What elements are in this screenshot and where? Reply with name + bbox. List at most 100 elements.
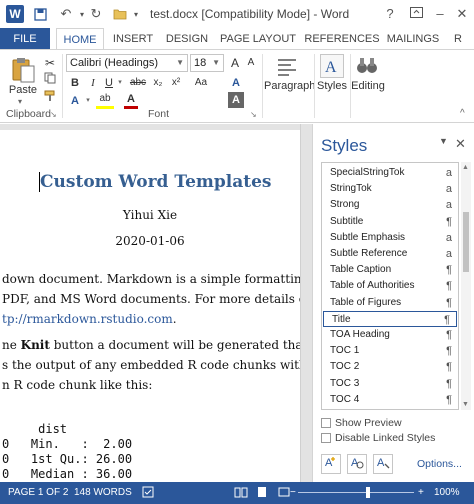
close-pane-icon[interactable]: ✕ [455,136,466,152]
styles-list[interactable]: SpecialStringTok a StringTok a Strong a Subtit… [321,162,459,410]
styles-gallery-icon[interactable]: A [320,54,344,78]
copy-icon[interactable] [42,72,58,90]
styles-button-label[interactable]: Styles [316,80,348,92]
character-style-icon: a [445,248,452,260]
show-preview-checkbox[interactable] [321,418,331,428]
zoom-level[interactable]: 100% [434,482,460,504]
read-mode-icon[interactable] [234,482,248,504]
paragraph-icon[interactable] [275,56,299,78]
options-link[interactable]: Options... [417,458,462,470]
character-shading-button[interactable]: A [228,92,244,108]
style-item-label: Table of Authorities [330,280,415,292]
paragraph-style-icon: ¶ [446,296,452,309]
paste-dropdown-icon[interactable]: ▾ [18,97,22,106]
style-item[interactable]: Table of Figures ¶ [322,295,458,311]
style-item-label: Subtitle [330,215,364,227]
style-item[interactable]: TOC 3 ¶ [322,376,458,392]
style-item-label: Table Caption [330,264,392,276]
document-page[interactable]: Custom Word Templates Yihui Xie 2020-01-… [0,130,300,482]
tab-mailings[interactable]: MAILINGS [384,28,442,50]
font-name-combo[interactable]: Calibri (Headings) ▼ [66,54,188,72]
text-effects-dropdown-icon[interactable]: ▾ [84,92,92,110]
tab-file[interactable]: FILE [0,28,50,50]
minimize-button[interactable]: – [428,4,452,24]
style-item[interactable]: Strong a [322,197,458,213]
pane-options-icon[interactable]: ▼ [439,136,448,146]
zoom-in-button[interactable]: + [418,482,424,504]
proofing-icon[interactable] [142,482,154,504]
paragraph-button-label[interactable]: Paragraph [264,80,315,92]
ribbon-display-options-icon[interactable] [404,4,428,24]
scroll-thumb[interactable] [463,212,469,272]
style-inspector-button[interactable]: A [347,454,367,474]
style-item[interactable]: Subtitle ¶ [322,214,458,230]
shrink-font-button[interactable]: A [244,54,258,72]
tab-review[interactable]: R [448,28,468,50]
chevron-down-icon: ▼ [212,58,220,67]
style-item[interactable]: TOC 1 ¶ [322,343,458,359]
print-layout-icon[interactable] [256,482,268,504]
redo-icon[interactable]: ↻ [86,5,106,23]
subscript-button[interactable]: x₂ [150,74,166,92]
tab-insert[interactable]: INSERT [108,28,158,50]
underline-dropdown-icon[interactable]: ▾ [116,74,124,92]
font-size-combo[interactable]: 18 ▼ [190,54,224,72]
style-item[interactable]: TOC 2 ¶ [322,359,458,375]
style-item[interactable]: TOA Heading ¶ [322,327,458,343]
styles-list-scrollbar[interactable]: ▲ ▼ [461,162,471,410]
web-layout-icon[interactable] [278,482,290,504]
show-preview-label: Show Preview [335,417,402,429]
zoom-slider-thumb[interactable] [366,487,370,498]
binoculars-icon[interactable] [356,54,378,78]
cut-icon[interactable]: ✂ [42,54,58,72]
page-count[interactable]: PAGE 1 OF 2 [8,482,68,504]
customize-qat-icon[interactable]: ▾ [126,5,146,23]
style-item-label: TOC 3 [330,377,360,389]
font-color-button[interactable]: A [124,92,138,109]
underline-button[interactable]: U [102,74,116,92]
style-item[interactable]: Table of Authorities ¶ [322,278,458,294]
doc-paragraph-line: ne Knit button a document will be genera… [2,338,300,352]
vertical-scrollbar[interactable] [300,124,312,482]
strikethrough-button[interactable]: abc [128,74,148,92]
editing-button-label[interactable]: Editing [348,80,388,92]
style-item[interactable]: Subtle Reference a [322,246,458,262]
collapse-ribbon-icon[interactable]: ^ [460,108,465,119]
italic-button[interactable]: I [86,74,100,92]
paste-icon[interactable] [10,56,36,84]
tab-design[interactable]: DESIGN [162,28,212,50]
format-painter-icon[interactable] [42,90,58,108]
help-button[interactable]: ? [378,4,402,24]
text-effects-button[interactable]: A [68,92,82,110]
tab-home[interactable]: HOME [56,28,104,50]
superscript-button[interactable]: x² [168,74,184,92]
style-item[interactable]: SpecialStringTok a [322,165,458,181]
style-item[interactable]: TOC 4 ¶ [322,392,458,408]
style-item-label: TOC 1 [330,345,360,357]
manage-styles-button[interactable]: A [373,454,393,474]
word-count[interactable]: 148 WORDS [74,482,132,504]
highlight-button[interactable]: ab [96,92,114,109]
style-item[interactable]: Subtle Emphasis a [322,230,458,246]
font-launcher-icon[interactable]: ↘ [250,110,257,119]
zoom-out-button[interactable]: − [290,482,296,504]
tab-page-layout[interactable]: PAGE LAYOUT [218,28,298,50]
new-style-button[interactable]: A [321,454,341,474]
style-item[interactable]: Title ¶ [323,310,457,327]
style-item[interactable]: Table Caption ¶ [322,262,458,278]
tab-references[interactable]: REFERENCES [304,28,380,50]
bold-button[interactable]: B [68,74,82,92]
disable-linked-styles-checkbox[interactable] [321,433,331,443]
zoom-slider[interactable] [298,492,414,493]
scroll-up-icon[interactable]: ▲ [462,164,469,171]
clipboard-launcher-icon[interactable]: ↘ [50,110,57,119]
grow-font-button[interactable]: A [228,54,242,72]
save-icon[interactable] [30,5,50,23]
scroll-down-icon[interactable]: ▼ [462,401,469,408]
change-case-button[interactable]: Aa [192,74,210,92]
rmarkdown-link[interactable]: tp://rmarkdown.rstudio.com [2,312,173,326]
paste-button-label[interactable]: Paste [8,84,38,96]
close-button[interactable]: ✕ [450,4,474,24]
style-item[interactable]: StringTok a [322,181,458,197]
clear-formatting-button[interactable]: A [228,74,244,92]
